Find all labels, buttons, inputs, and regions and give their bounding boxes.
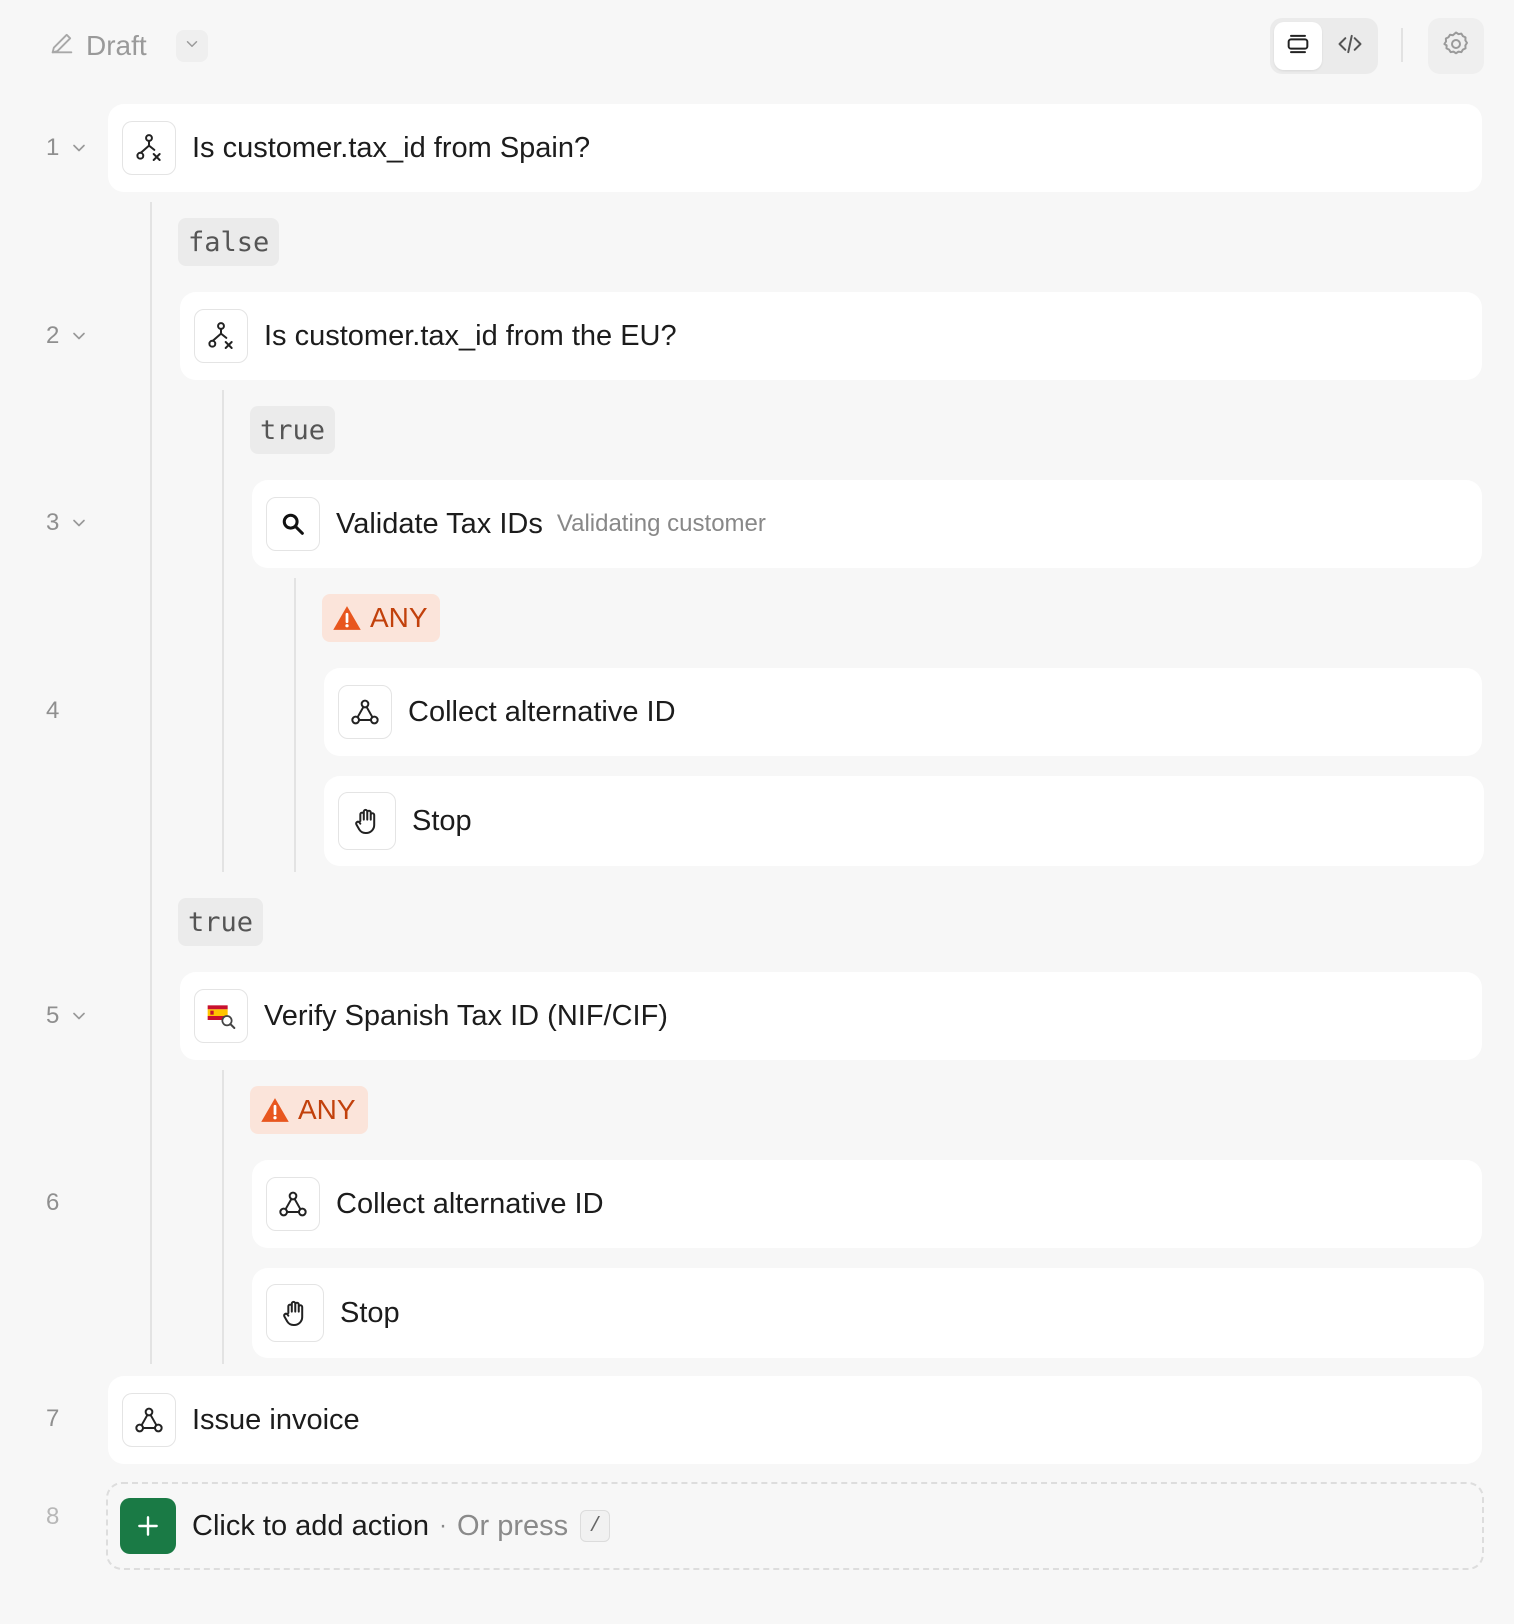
code-icon: [1336, 30, 1364, 63]
line-number-2[interactable]: 2: [46, 320, 89, 352]
line-number-3[interactable]: 3: [46, 507, 89, 539]
branch-tag-true: true: [250, 406, 336, 454]
shortcut-hint: Or press: [456, 1509, 569, 1542]
line-number-7: 7: [46, 1405, 60, 1432]
error-branch-any: ANY: [322, 594, 440, 642]
plus-icon: [138, 1516, 158, 1536]
branch-tag-true: true: [178, 898, 264, 946]
spain-flag-search-icon: [194, 989, 248, 1043]
cards-view-icon: [1284, 30, 1312, 63]
step-title: Validate Tax IDs: [336, 507, 543, 540]
draft-label: Draft: [86, 30, 147, 61]
any-label: ANY: [298, 1094, 356, 1125]
error-branch-any: ANY: [250, 1086, 368, 1134]
branch-icon: [194, 309, 248, 363]
step-title: Is customer.tax_id from the EU?: [264, 319, 677, 352]
step-title: Verify Spanish Tax ID (NIF/CIF): [264, 999, 668, 1032]
line-number-8: 8: [46, 1503, 60, 1530]
draft-dropdown-button[interactable]: [176, 30, 208, 62]
warning-icon: [261, 1098, 289, 1122]
pencil-icon: [48, 29, 76, 64]
branch-icon: [122, 121, 176, 175]
branch-rail-level-2b: [222, 1070, 224, 1364]
step-title: Stop: [412, 804, 472, 837]
add-action-button[interactable]: [120, 1498, 176, 1554]
add-action-row[interactable]: Click to add action · Or press /: [106, 1482, 1484, 1570]
hand-stop-icon: [338, 792, 396, 850]
warning-icon: [333, 606, 361, 630]
step-title: Collect alternative ID: [336, 1187, 604, 1220]
step-card-3[interactable]: Validate Tax IDs Validating customer: [252, 480, 1482, 568]
any-label: ANY: [370, 602, 428, 633]
line-number-6: 6: [46, 1189, 60, 1216]
visual-view-button[interactable]: [1274, 22, 1322, 70]
step-card-6a[interactable]: Collect alternative ID: [252, 1160, 1482, 1248]
step-title: Stop: [340, 1296, 400, 1329]
chevron-down-icon: [73, 144, 86, 152]
separator-dot: ·: [438, 1512, 447, 1539]
add-action-label: Click to add action: [192, 1509, 429, 1542]
draft-status[interactable]: Draft: [48, 26, 147, 66]
line-number-4: 4: [46, 697, 60, 724]
search-icon: [266, 497, 320, 551]
shortcut-key: /: [580, 1510, 611, 1542]
step-card-5[interactable]: Verify Spanish Tax ID (NIF/CIF): [180, 972, 1482, 1060]
step-card-7[interactable]: Issue invoice: [108, 1376, 1482, 1464]
step-card-4a[interactable]: Collect alternative ID: [324, 668, 1482, 756]
hand-stop-icon: [266, 1284, 324, 1342]
line-number-1[interactable]: 1: [46, 132, 89, 164]
step-card-4b[interactable]: Stop: [324, 776, 1484, 866]
branch-rail-level-1: [150, 202, 152, 1364]
step-card-6b[interactable]: Stop: [252, 1268, 1484, 1358]
step-title: Is customer.tax_id from Spain?: [192, 131, 591, 164]
branch-rail-level-2: [222, 390, 224, 872]
step-title: Collect alternative ID: [408, 695, 676, 728]
branch-tag-false: false: [178, 218, 280, 266]
gear-icon: [1441, 29, 1471, 64]
view-toggle: [1270, 18, 1378, 74]
chevron-down-icon: [73, 1012, 86, 1020]
line-number-5[interactable]: 5: [46, 1000, 89, 1032]
chevron-down-icon: [73, 332, 86, 340]
step-title: Issue invoice: [192, 1403, 360, 1436]
webhook-icon: [338, 685, 392, 739]
toolbar-divider: [1401, 28, 1403, 62]
webhook-icon: [122, 1393, 176, 1447]
step-card-1[interactable]: Is customer.tax_id from Spain?: [108, 104, 1482, 192]
chevron-down-icon: [183, 35, 201, 58]
settings-button[interactable]: [1428, 18, 1484, 74]
code-view-button[interactable]: [1326, 22, 1374, 70]
branch-rail-level-3: [294, 578, 296, 872]
step-subtitle: Validating customer: [556, 510, 766, 537]
step-card-2[interactable]: Is customer.tax_id from the EU?: [180, 292, 1482, 380]
chevron-down-icon: [73, 519, 86, 527]
webhook-icon: [266, 1177, 320, 1231]
